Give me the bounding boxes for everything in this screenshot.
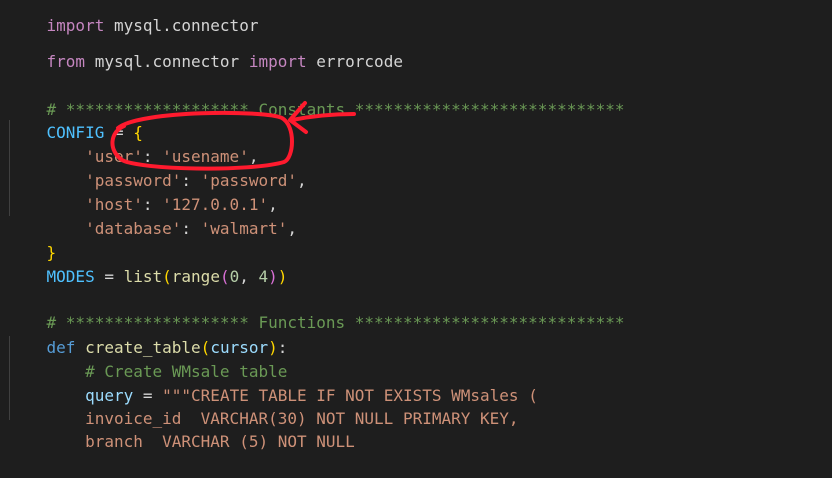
function-call: list — [123, 267, 163, 286]
code-line-2: from mysql.connector import errorcode — [8, 26, 403, 71]
comma: , — [287, 219, 297, 238]
code-line-10: MODES = list(range(0, 4)) — [8, 241, 288, 286]
keyword: import — [248, 52, 307, 71]
comma: , — [296, 171, 307, 190]
dict-value: 'walmart' — [200, 219, 288, 238]
code-line-3: # ******************* Constants ********… — [8, 74, 625, 119]
function-call: range — [171, 267, 220, 286]
code-line-14: query = """CREATE TABLE IF NOT EXISTS WM… — [8, 360, 538, 405]
code-line-1: import mysql.connector — [8, 0, 259, 35]
code-line-5: 'user': 'usename', — [8, 121, 258, 166]
code-line-9: } — [8, 217, 57, 262]
separator: , — [239, 267, 259, 286]
paren: ) — [277, 267, 288, 286]
code-line-6: 'password': 'password', — [8, 145, 307, 190]
keyword: from — [46, 52, 86, 71]
code-line-11: # ******************* Functions ********… — [8, 287, 625, 332]
code-line-4: CONFIG = { — [8, 97, 143, 142]
code-line-15: invoice_id VARCHAR(30) NOT NULL PRIMARY … — [8, 383, 518, 428]
number: 4 — [258, 267, 269, 286]
code-editor[interactable]: import mysql.connector from mysql.connec… — [0, 0, 832, 451]
colon: : — [181, 219, 201, 238]
paren: ) — [268, 267, 278, 286]
code-line-7: 'host': '127.0.0.1', — [8, 169, 278, 214]
constant-name: MODES — [46, 267, 95, 286]
number: 0 — [229, 267, 240, 286]
module-name: mysql.connector — [85, 52, 249, 71]
code-line-12: def create_table(cursor): — [8, 312, 288, 357]
code-line-16: branch VARCHAR (5) NOT NULL — [8, 406, 355, 451]
code-line-8: 'database': 'walmart', — [8, 193, 297, 238]
operator: = — [94, 267, 124, 286]
paren: ( — [219, 267, 230, 286]
string: branch VARCHAR (5) NOT NULL — [85, 432, 355, 451]
dict-key: 'database' — [85, 219, 182, 238]
import-name: errorcode — [306, 52, 403, 71]
code-line-13: # Create WMsale table — [8, 336, 287, 381]
paren: ( — [162, 267, 172, 286]
